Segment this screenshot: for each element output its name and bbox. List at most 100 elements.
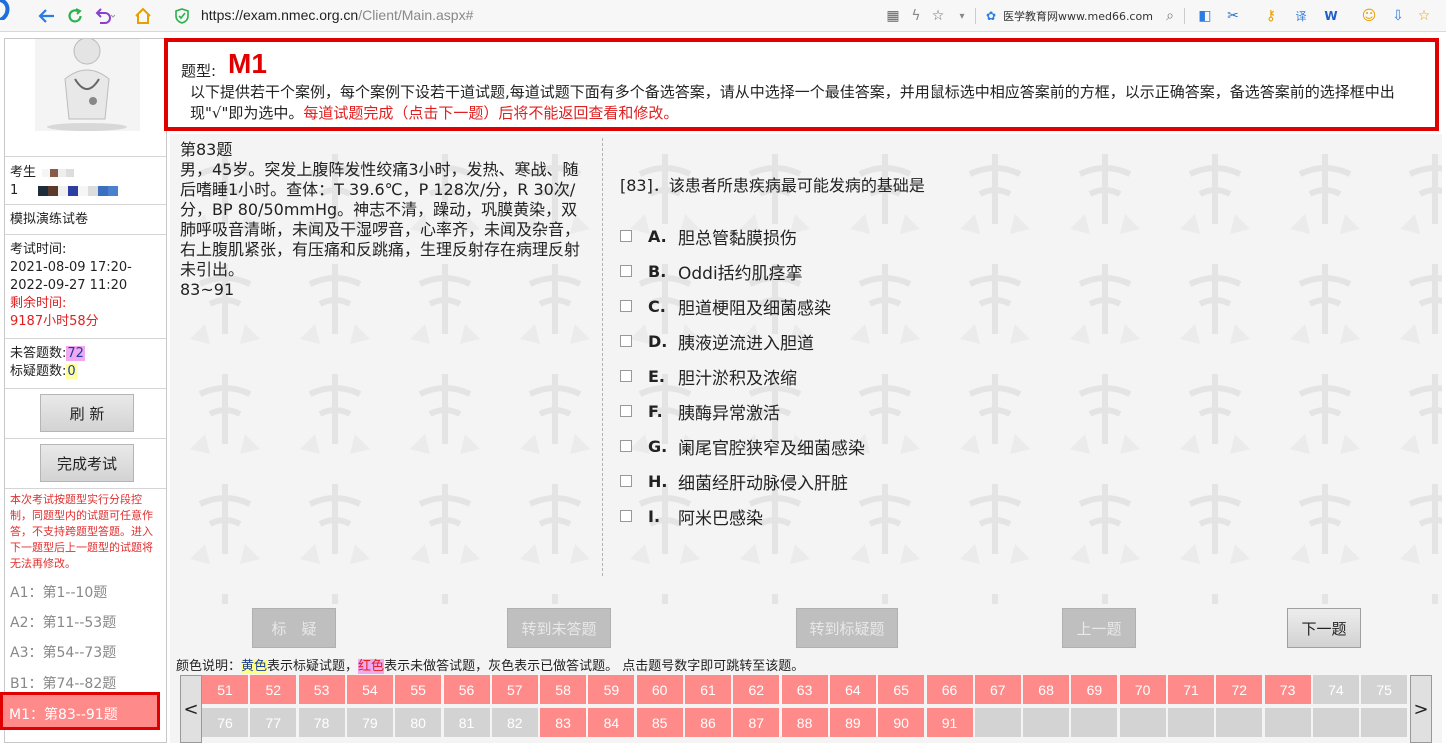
question-number-cell[interactable]: 74 [1312,675,1359,704]
option-checkbox[interactable] [620,370,632,382]
question-number-cell[interactable]: 67 [974,675,1021,704]
option-h[interactable]: H. 细菌经肝动脉侵入肝脏 [620,469,848,494]
question-number-cell[interactable]: 65 [878,675,925,704]
chevron-down-icon[interactable]: ▾ [953,7,971,25]
question-number-cell[interactable]: 84 [588,708,635,737]
reload-icon[interactable] [64,5,86,27]
exam-time-end: 2022-09-27 11:20 [10,278,128,293]
option-a[interactable]: A. 胆总管黏膜损伤 [620,224,797,249]
nav-left-arrow[interactable]: < [180,675,202,743]
question-number-cell[interactable]: 55 [395,675,442,704]
question-number-cell[interactable]: 85 [636,708,683,737]
nav-right-arrow[interactable]: > [1410,675,1432,743]
download-icon[interactable]: ⇩ [1389,7,1407,25]
question-number-cell[interactable]: 80 [395,708,442,737]
option-d[interactable]: D. 胰液逆流进入胆道 [620,329,814,354]
question-number-cell[interactable]: 88 [781,708,828,737]
option-checkbox[interactable] [620,265,632,277]
question-number-cell[interactable]: 64 [829,675,876,704]
question-number-cell[interactable]: 89 [829,708,876,737]
legend-prefix: 颜色说明： [176,659,242,674]
option-e[interactable]: E. 胆汁淤积及浓缩 [620,364,797,389]
question-number-cell[interactable]: 76 [202,708,248,737]
translate-icon[interactable]: 译 [1292,7,1310,25]
question-number-cell[interactable]: 87 [733,708,780,737]
paw-search-icon[interactable]: ✿ [982,7,1000,25]
option-c[interactable]: C. 胆道梗阻及细菌感染 [620,294,831,319]
option-checkbox[interactable] [620,510,632,522]
star-bookmark-icon[interactable]: ☆ [929,7,947,25]
goto-flagged-button[interactable]: 转到标疑题 [796,608,898,648]
question-number-cell[interactable]: 54 [346,675,393,704]
question-number-cell[interactable]: 56 [443,675,490,704]
option-checkbox[interactable] [620,475,632,487]
address-bar[interactable]: https://exam.nmec.org.cn/Client/Main.asp… [201,7,473,23]
scissors-icon[interactable]: ✂ [1224,7,1242,25]
question-number-cell[interactable]: 73 [1264,675,1311,704]
question-number-cell[interactable]: 78 [298,708,345,737]
option-f[interactable]: F. 胰酶异常激活 [620,399,780,424]
search-engine-label[interactable]: 医学教育网www.med66.com [1003,8,1153,24]
refresh-button[interactable]: 刷 新 [40,394,134,432]
emoji-icon[interactable]: ☺ [1360,7,1378,25]
option-checkbox[interactable] [620,300,632,312]
question-number-cell[interactable]: 70 [1119,675,1166,704]
question-number-cell[interactable]: 91 [926,708,973,737]
question-number-cell[interactable]: 52 [250,675,297,704]
browser-logo-icon [0,0,10,20]
question-number-cell[interactable]: 51 [202,675,248,704]
option-checkbox[interactable] [620,440,632,452]
option-i[interactable]: I. 阿米巴感染 [620,504,763,529]
qr-code-icon[interactable]: ▦ [884,7,902,25]
finish-exam-button[interactable]: 完成考试 [40,444,134,482]
lightning-icon[interactable]: ϟ [907,7,925,25]
question-number-cell[interactable]: 77 [250,708,297,737]
flag-button[interactable]: 标 疑 [252,608,336,648]
question-number-cell[interactable]: 60 [636,675,683,704]
question-number-cell[interactable]: 63 [781,675,828,704]
option-checkbox[interactable] [620,335,632,347]
undo-close-tab-icon[interactable] [94,5,116,27]
question-number-cell[interactable]: 86 [685,708,731,737]
question-number-cell[interactable]: 81 [443,708,490,737]
question-number-cell[interactable]: 83 [540,708,587,737]
section-b1[interactable]: B1：第74--82题 [10,673,116,693]
question-number-cell[interactable]: 68 [1023,675,1070,704]
search-icon[interactable]: ⌕ [1161,7,1179,25]
type-label: 题型: [181,62,217,80]
empty-cell [1119,708,1166,737]
question-number-cell[interactable]: 90 [878,708,925,737]
home-icon[interactable] [132,5,154,27]
option-b[interactable]: B. Oddi括约肌痉挛 [620,259,803,284]
next-question-button[interactable]: 下一题 [1287,608,1361,648]
question-number-cell[interactable]: 58 [540,675,587,704]
question-number-cell[interactable]: 53 [298,675,345,704]
question-number-cell[interactable]: 66 [926,675,973,704]
question-number-cell[interactable]: 61 [685,675,731,704]
option-checkbox[interactable] [620,405,632,417]
option-letter: A. [648,226,667,246]
section-m1-active[interactable]: M1：第83--91题 [0,692,160,730]
key-icon[interactable]: ⚷ [1262,7,1280,25]
question-number-cell[interactable]: 79 [346,708,393,737]
favorites-star-icon[interactable]: ☆ [1415,7,1433,25]
question-number-cell[interactable]: 62 [733,675,780,704]
legend-yellow-word: 黄色 [241,659,268,674]
question-number-cell[interactable]: 72 [1216,675,1263,704]
section-a1[interactable]: A1：第1--10题 [10,582,107,602]
option-checkbox[interactable] [620,230,632,242]
section-a3[interactable]: A3：第54--73题 [10,642,116,662]
back-icon[interactable] [36,5,58,27]
extension-icon[interactable]: ◧ [1196,7,1214,25]
option-g[interactable]: G. 阑尾官腔狭窄及细菌感染 [620,434,865,459]
word-icon[interactable]: W [1322,7,1340,25]
question-number-cell[interactable]: 82 [491,708,538,737]
question-number-cell[interactable]: 57 [491,675,538,704]
question-number-cell[interactable]: 71 [1168,675,1214,704]
question-number-cell[interactable]: 59 [588,675,635,704]
question-number-cell[interactable]: 75 [1361,675,1408,704]
section-a2[interactable]: A2：第11--53题 [10,612,116,632]
question-number-cell[interactable]: 69 [1071,675,1118,704]
prev-question-button[interactable]: 上一题 [1062,608,1136,648]
goto-unanswered-button[interactable]: 转到未答题 [507,608,611,648]
